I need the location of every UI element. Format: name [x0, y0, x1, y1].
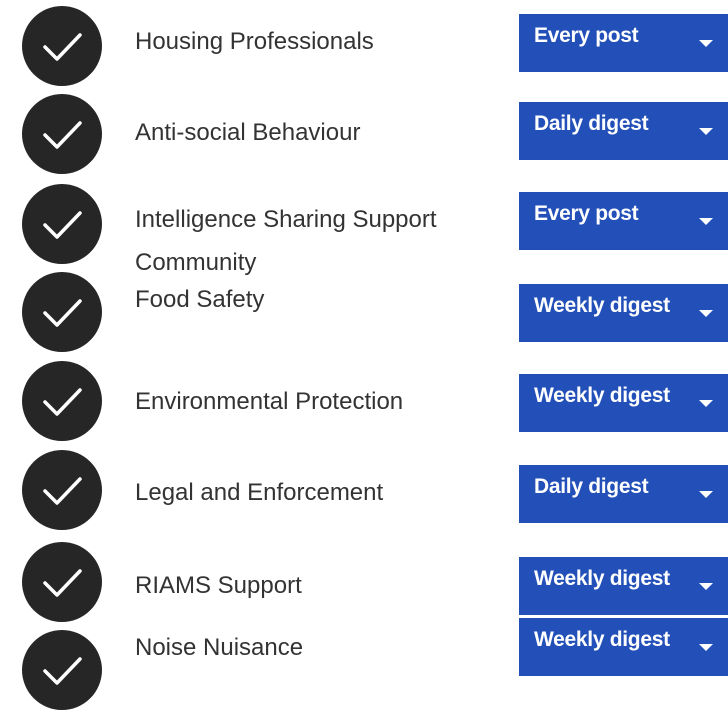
- frequency-dropdown[interactable]: Weekly digest: [519, 284, 728, 342]
- caret-down-icon: [699, 400, 713, 407]
- subscription-row-food-safety: Food Safety Weekly digest: [0, 270, 728, 360]
- group-name-label: Anti-social Behaviour: [135, 119, 361, 146]
- frequency-value: Every post: [534, 24, 639, 47]
- frequency-dropdown[interactable]: Weekly digest: [519, 618, 728, 676]
- check-circle-icon[interactable]: [22, 6, 102, 86]
- caret-down-icon: [699, 310, 713, 317]
- frequency-value: Daily digest: [534, 112, 649, 135]
- caret-down-icon: [699, 128, 713, 135]
- caret-down-icon: [699, 644, 713, 651]
- frequency-value: Daily digest: [534, 475, 649, 498]
- frequency-dropdown[interactable]: Weekly digest: [519, 374, 728, 432]
- frequency-dropdown[interactable]: Daily digest: [519, 465, 728, 523]
- group-name-label: Legal and Enforcement: [135, 479, 384, 506]
- caret-down-icon: [699, 40, 713, 47]
- frequency-value: Every post: [534, 202, 639, 225]
- subscription-row-housing-professionals: Housing Professionals Every post: [0, 0, 728, 90]
- frequency-dropdown[interactable]: Every post: [519, 14, 728, 72]
- subscription-row-environmental-protection: Environmental Protection Weekly digest: [0, 360, 728, 450]
- subscription-row-intelligence-sharing: Intelligence Sharing Support Community E…: [0, 180, 728, 276]
- subscription-row-riams-support: RIAMS Support Weekly digest: [0, 540, 728, 630]
- check-circle-icon[interactable]: [22, 361, 102, 441]
- check-circle-icon[interactable]: [22, 542, 102, 622]
- group-name-label: RIAMS Support: [135, 572, 302, 599]
- caret-down-icon: [699, 218, 713, 225]
- frequency-value: Weekly digest: [534, 628, 670, 651]
- subscription-row-noise-nuisance: Noise Nuisance Weekly digest: [0, 618, 728, 720]
- check-circle-icon[interactable]: [22, 184, 102, 264]
- group-name-label: Food Safety: [135, 286, 265, 313]
- check-circle-icon[interactable]: [22, 450, 102, 530]
- check-circle-icon[interactable]: [22, 630, 102, 710]
- caret-down-icon: [699, 491, 713, 498]
- frequency-dropdown[interactable]: Daily digest: [519, 102, 728, 160]
- check-circle-icon[interactable]: [22, 272, 102, 352]
- caret-down-icon: [699, 583, 713, 590]
- frequency-value: Weekly digest: [534, 567, 670, 590]
- frequency-dropdown[interactable]: Every post: [519, 192, 728, 250]
- group-name-label: Housing Professionals: [135, 28, 374, 55]
- subscription-row-legal-and-enforcement: Legal and Enforcement Daily digest: [0, 450, 728, 540]
- group-name-label: Environmental Protection: [135, 388, 404, 415]
- frequency-value: Weekly digest: [534, 384, 670, 407]
- frequency-dropdown[interactable]: Weekly digest: [519, 557, 728, 615]
- check-circle-icon[interactable]: [22, 94, 102, 174]
- group-name-label: Noise Nuisance: [135, 634, 304, 661]
- subscription-row-anti-social-behaviour: Anti-social Behaviour Daily digest: [0, 90, 728, 180]
- frequency-value: Weekly digest: [534, 294, 670, 317]
